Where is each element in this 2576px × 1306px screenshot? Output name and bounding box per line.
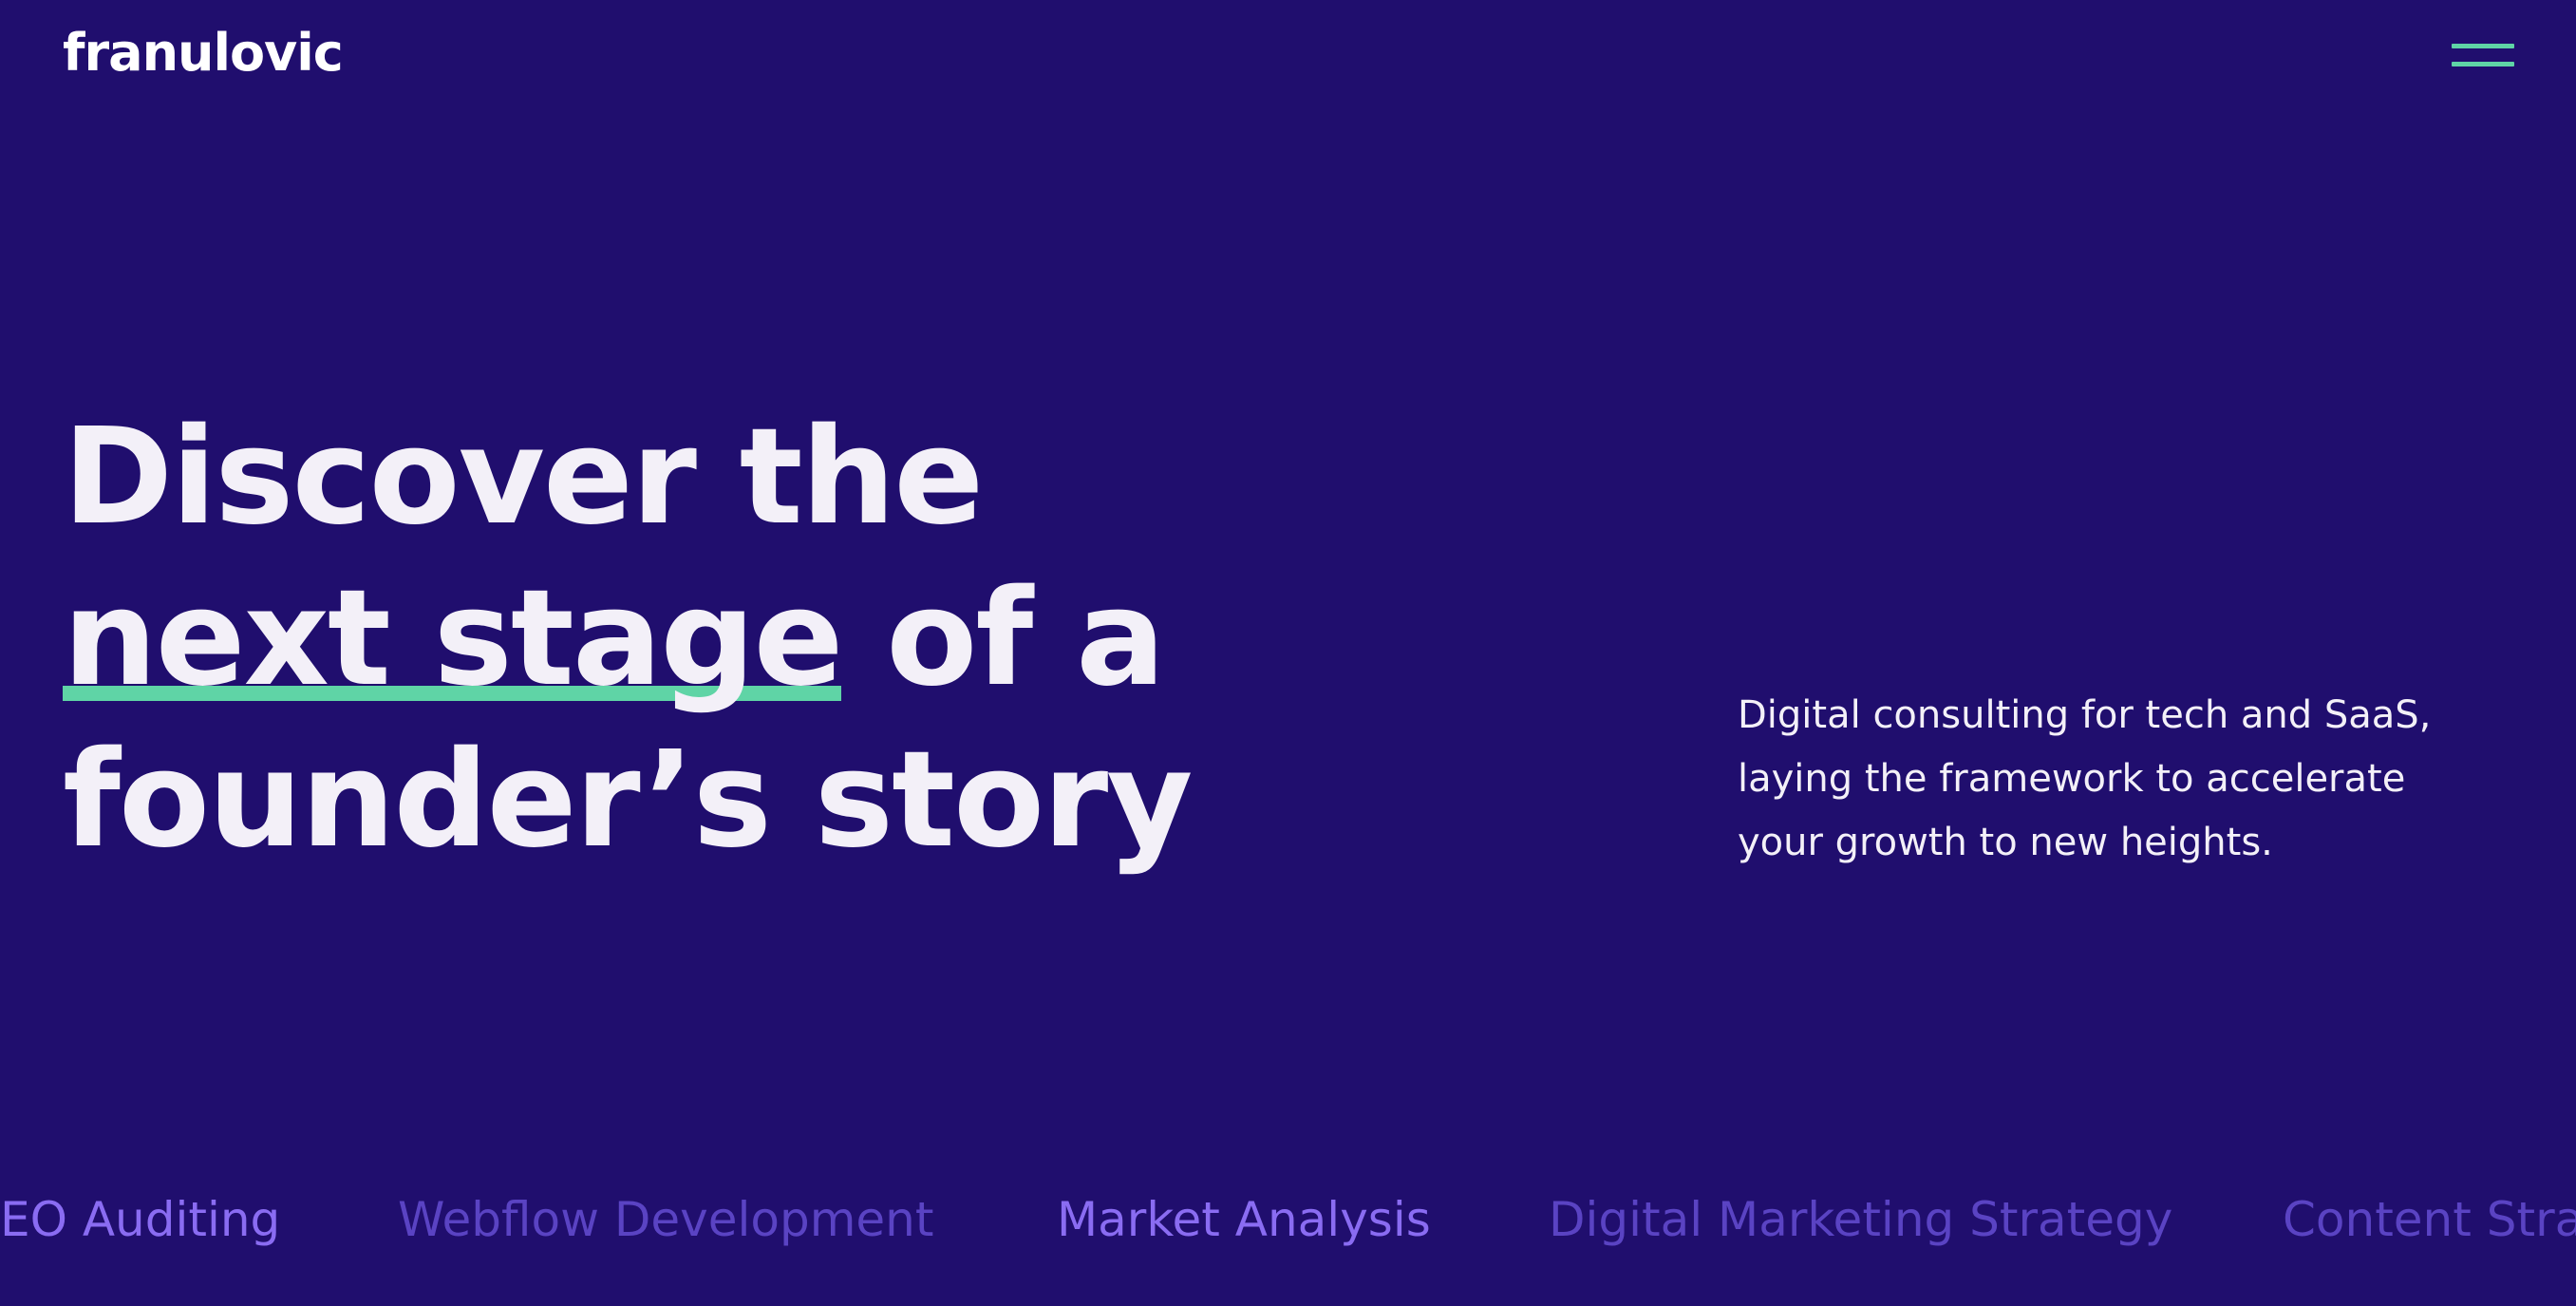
headline-line-1: Discover the: [63, 400, 984, 555]
hamburger-menu-icon[interactable]: [2440, 28, 2516, 85]
hero-headline: Discover the next stage of a founder’s s…: [63, 397, 1194, 881]
menu-bar-top: [2452, 44, 2514, 48]
tagline-line-1: Digital consulting for tech and SaaS,: [1738, 693, 2432, 737]
hero-tagline: Digital consulting for tech and SaaS, la…: [1738, 684, 2497, 875]
menu-bar-bottom: [2452, 62, 2514, 66]
service-item-digital-marketing-strategy: Digital Marketing Strategy: [1549, 1192, 2173, 1247]
headline-highlight: next stage: [63, 558, 843, 720]
tagline-line-2: laying the framework to accelerate: [1738, 757, 2406, 801]
headline-line-2-rest: of a: [841, 561, 1165, 716]
headline-line-3: founder’s story: [63, 723, 1194, 878]
tagline-line-3: your growth to new heights.: [1738, 821, 2273, 864]
headline-highlight-text: next stage: [63, 561, 843, 716]
service-item-webflow-development: Webflow Development: [398, 1192, 934, 1247]
service-item-content-strategy: Content Stra: [2283, 1192, 2576, 1247]
headline-line-2: next stage of a: [63, 558, 1192, 720]
service-item-seo-auditing: EO Auditing: [0, 1192, 281, 1247]
logo[interactable]: franulovic: [63, 19, 344, 87]
services-marquee: EO Auditing Webflow Development Market A…: [0, 1185, 2576, 1254]
service-item-market-analysis: Market Analysis: [1057, 1192, 1431, 1247]
